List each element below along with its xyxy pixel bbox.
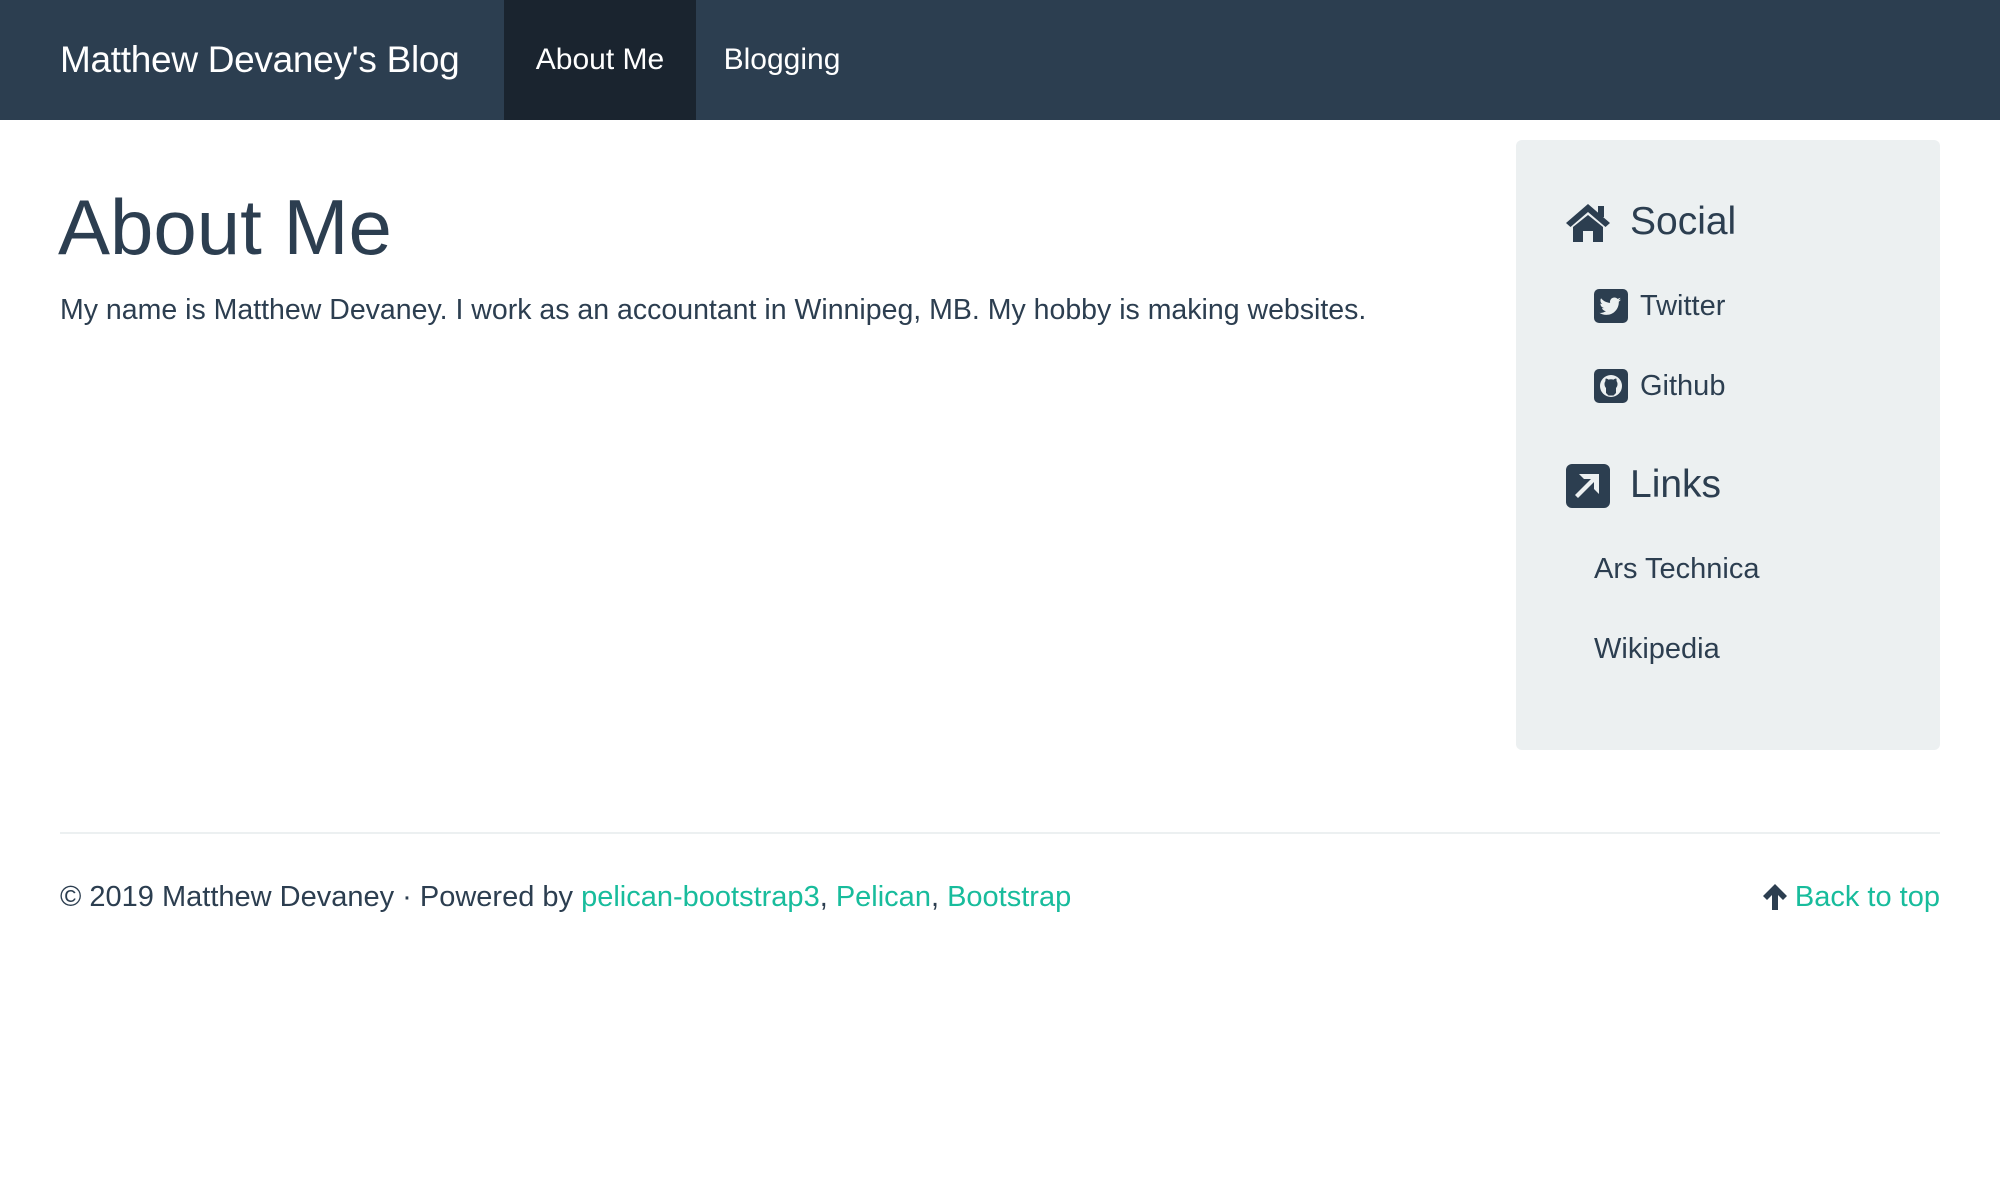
back-to-top-link[interactable]: Back to top <box>1761 876 1940 918</box>
sidebar-item-github[interactable]: Github <box>1594 363 1725 409</box>
footer-link-pelican[interactable]: Pelican <box>836 881 931 913</box>
sidebar-item-ars-technica[interactable]: Ars Technica <box>1594 546 1760 592</box>
nav-item-blogging[interactable]: Blogging <box>696 0 868 120</box>
twitter-square-icon <box>1594 289 1628 323</box>
sidebar-heading-social-label: Social <box>1630 200 1737 243</box>
navbar: Matthew Devaney's Blog About Me Blogging <box>0 0 2000 120</box>
back-to-top-label[interactable]: Back to top <box>1795 876 1940 918</box>
footer-separator: , <box>930 881 948 913</box>
sidebar-heading-social: Social <box>1564 192 1736 252</box>
home-icon <box>1564 198 1612 246</box>
footer-link-bootstrap[interactable]: Bootstrap <box>947 881 1071 913</box>
footer-credits: © 2019 Matthew Devaney · Powered by peli… <box>60 876 1071 918</box>
sidebar: Social Twitter Github Links Ars Technica… <box>1516 140 1940 750</box>
site-brand-link[interactable]: Matthew Devaney's Blog <box>60 0 460 120</box>
external-link-square-icon <box>1564 461 1612 509</box>
sidebar-heading-links-label: Links <box>1630 463 1722 506</box>
sidebar-item-github-label: Github <box>1640 369 1726 402</box>
footer-copyright: © 2019 Matthew Devaney · Powered by <box>60 881 582 913</box>
sidebar-item-twitter-label: Twitter <box>1640 289 1726 322</box>
arrow-up-icon <box>1761 882 1789 912</box>
sidebar-item-wikipedia[interactable]: Wikipedia <box>1594 626 1720 672</box>
sidebar-item-twitter[interactable]: Twitter <box>1594 283 1725 329</box>
intro-paragraph: My name is Matthew Devaney. I work as an… <box>60 294 1367 326</box>
footer-link-pelican-bootstrap3[interactable]: pelican-bootstrap3 <box>581 881 820 913</box>
github-square-icon <box>1594 369 1628 403</box>
footer-separator: , <box>819 881 836 913</box>
sidebar-heading-links: Links <box>1564 455 1721 515</box>
nav-item-about-me[interactable]: About Me <box>504 0 696 120</box>
footer-divider <box>60 832 1940 834</box>
page-title: About Me <box>58 183 392 271</box>
